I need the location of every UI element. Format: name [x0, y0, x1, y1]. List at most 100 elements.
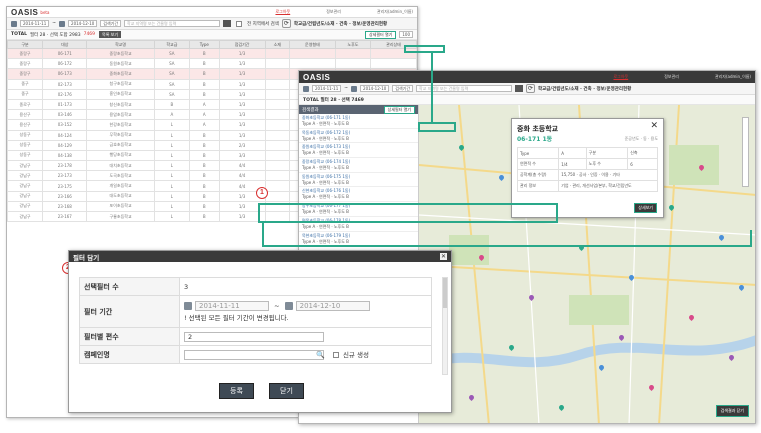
table-cell: 한강초등학교	[86, 119, 155, 131]
table-cell: 성동구	[7, 129, 44, 141]
table-cell: 06-172	[42, 58, 88, 70]
info-link[interactable]: 정보관리	[664, 74, 679, 80]
date-to-field[interactable]: 2014-12-10	[360, 85, 390, 92]
col-header[interactable]: 구분	[7, 40, 44, 49]
col-header[interactable]: 소재	[264, 40, 290, 49]
dialog-scrollbar[interactable]	[442, 277, 448, 375]
search-icon[interactable]: 🔍	[316, 351, 325, 359]
dialog-form: 선택필터 수 3 필터 기간 2014-11-11 ~ 2014-12-10 !…	[79, 277, 432, 364]
date-from-field[interactable]: 2014-11-11	[312, 85, 342, 92]
select-count-value: 3	[179, 277, 432, 296]
table-cell: B	[188, 149, 220, 162]
campaign-input[interactable]	[184, 350, 324, 360]
table-cell	[264, 47, 290, 60]
form-row: 캠페인명 🔍 신규 생성	[79, 345, 432, 364]
count-input[interactable]: 2	[184, 331, 324, 342]
table-cell: 23-167	[42, 210, 88, 223]
refresh-icon[interactable]: ⟳	[281, 19, 291, 28]
table-cell	[264, 58, 290, 70]
date-to-field[interactable]: 2014-12-10	[68, 20, 98, 27]
table-cell: 용산구	[7, 119, 44, 131]
calendar-icon[interactable]	[303, 85, 309, 92]
popup-detail-button[interactable]: 상세보기	[634, 203, 657, 213]
table-cell	[264, 170, 290, 182]
table-row[interactable]: 중랑구 06-171 중랑초등학교 SA B 1/3	[7, 47, 417, 60]
logout-link[interactable]: 로그아웃	[275, 9, 290, 15]
submit-button[interactable]: 등록	[219, 383, 254, 399]
cancel-button[interactable]: 닫기	[269, 383, 304, 399]
list-item[interactable]: 동원초등학교 (06-175 1동) Type A · 연면적 · 노후도 B	[299, 173, 418, 188]
detail-filter-button[interactable]: 상세필터 열기	[383, 105, 415, 114]
table-cell: B	[153, 98, 190, 111]
calendar-icon[interactable]	[11, 20, 17, 27]
new-campaign-checkbox[interactable]	[332, 352, 339, 358]
col-header[interactable]: 점검기간	[218, 40, 266, 49]
date-to-field[interactable]: 2014-12-10	[295, 301, 370, 311]
count-cell: 2	[179, 327, 432, 346]
result-list-title: 검색결과	[302, 107, 319, 113]
col-header[interactable]: 운영형태	[288, 40, 336, 49]
list-view-button[interactable]: 목록 보기	[99, 31, 122, 38]
period-select[interactable]: 검색기간	[100, 20, 122, 27]
list-item[interactable]: 중랑초등학교 (06-174 1동) Type A · 연면적 · 노후도 B	[299, 158, 418, 173]
step-badge-1: 1	[256, 187, 268, 199]
table-cell: 1/3	[218, 109, 266, 121]
search-icon[interactable]	[223, 20, 232, 27]
info-link[interactable]: 정보관리	[326, 9, 341, 15]
table-row[interactable]: 중랑구 06-172 동원초등학교 SA B 1/3	[7, 58, 417, 70]
table-cell: 기업 · 관리, 개선사업/본부, 학교/건립년도	[558, 180, 658, 192]
date-from-field[interactable]: 2014-11-11	[195, 301, 269, 311]
close-results-button[interactable]: 검색결과 닫기	[715, 405, 749, 417]
callout-connector	[262, 245, 752, 247]
top-links: 로그아웃 정보관리 관리자(admin_이름)	[275, 9, 413, 15]
dialog-close-icon[interactable]: ✕	[440, 253, 447, 260]
col-header[interactable]: 학교급	[153, 40, 190, 49]
col-header[interactable]: 대상	[42, 40, 88, 49]
table-cell: 신축	[627, 147, 658, 159]
layer-label: 학교급/건립년도/소재 · 건축 · 정보/운영관리현황	[538, 86, 632, 92]
list-item[interactable]: 묵현초등학교 (06-179 1동) Type A · 연면적 · 노후도 B	[299, 232, 418, 247]
table-cell: 03-146	[42, 109, 88, 121]
list-item[interactable]: 신현초등학교 (06-176 1동) Type A · 연면적 · 노후도 B	[299, 187, 418, 203]
table-header-row: 구분 대상 학교명 학교급 Type 점검기간 소재 운영형태 노후도 관리상태	[7, 40, 417, 49]
logout-link[interactable]: 로그아웃	[613, 74, 628, 80]
table-cell: 04-129	[42, 139, 88, 151]
zoom-slider[interactable]	[742, 117, 749, 187]
period-cell: 2014-11-11 ~ 2014-12-10 ! 선택된 모든 필터 기간이 …	[179, 295, 432, 328]
table-cell: 중구	[7, 78, 44, 90]
list-item[interactable]: 중원초등학교 (06-173 1동) Type A · 연면적 · 노후도 B	[299, 143, 418, 159]
popup-close-icon[interactable]: ✕	[650, 121, 658, 131]
table-cell: 도곡초등학교	[86, 170, 155, 182]
table-cell: 15,750 · 공사 · 인증 · 이용 · 기타	[558, 169, 658, 181]
scroll-thumb[interactable]	[443, 278, 447, 308]
table-cell	[334, 58, 372, 70]
table-cell: 23-166	[42, 190, 88, 202]
table-cell: 강남구	[7, 160, 44, 172]
refresh-icon[interactable]: ⟳	[526, 84, 536, 93]
period-select[interactable]: 검색기간	[392, 85, 414, 92]
date-from-field[interactable]: 2014-11-11	[20, 20, 50, 27]
list-item[interactable]: 목동초등학교 (06-172 1동) Type A · 연면적 · 노후도 B	[299, 129, 418, 144]
search-icon[interactable]	[515, 85, 524, 92]
form-row: 필터별 편수 2	[79, 327, 432, 346]
list-item-meta: Type A · 연면적 · 노후도 B	[302, 165, 349, 171]
col-header[interactable]: 노후도	[334, 40, 372, 49]
calendar-icon[interactable]	[284, 302, 293, 310]
calendar-icon[interactable]	[184, 302, 192, 310]
table-cell: L	[153, 139, 190, 151]
admin-link[interactable]: 관리자(admin_이름)	[715, 74, 751, 80]
list-item[interactable]: 중화초등학교 (06-171 1동) Type A · 연면적 · 노후도 B	[299, 114, 418, 129]
all-region-checkbox[interactable]	[236, 20, 243, 27]
col-header[interactable]: 학교명	[86, 40, 155, 49]
page-size-select[interactable]: 100	[399, 31, 413, 38]
popup-tags: 준공년도 · 동 · 용도	[624, 135, 658, 141]
admin-link[interactable]: 관리자(admin_이름)	[377, 9, 413, 15]
calendar-icon[interactable]	[351, 85, 358, 92]
total-row: TOTAL 필터 28 · 선택 도합 2983 7469 목록 보기 상세필터…	[7, 30, 417, 40]
detail-filter-button[interactable]: 상세필터 열기	[365, 30, 397, 39]
col-header[interactable]: Type	[188, 40, 220, 49]
popup-title: 중화 초등학교	[517, 125, 559, 133]
list-item-meta: Type A · 연면적 · 노후도 B	[302, 194, 349, 200]
calendar-icon[interactable]	[59, 20, 66, 27]
search-input[interactable]: 학교 지역명 또는 건물명 입력	[124, 20, 221, 27]
